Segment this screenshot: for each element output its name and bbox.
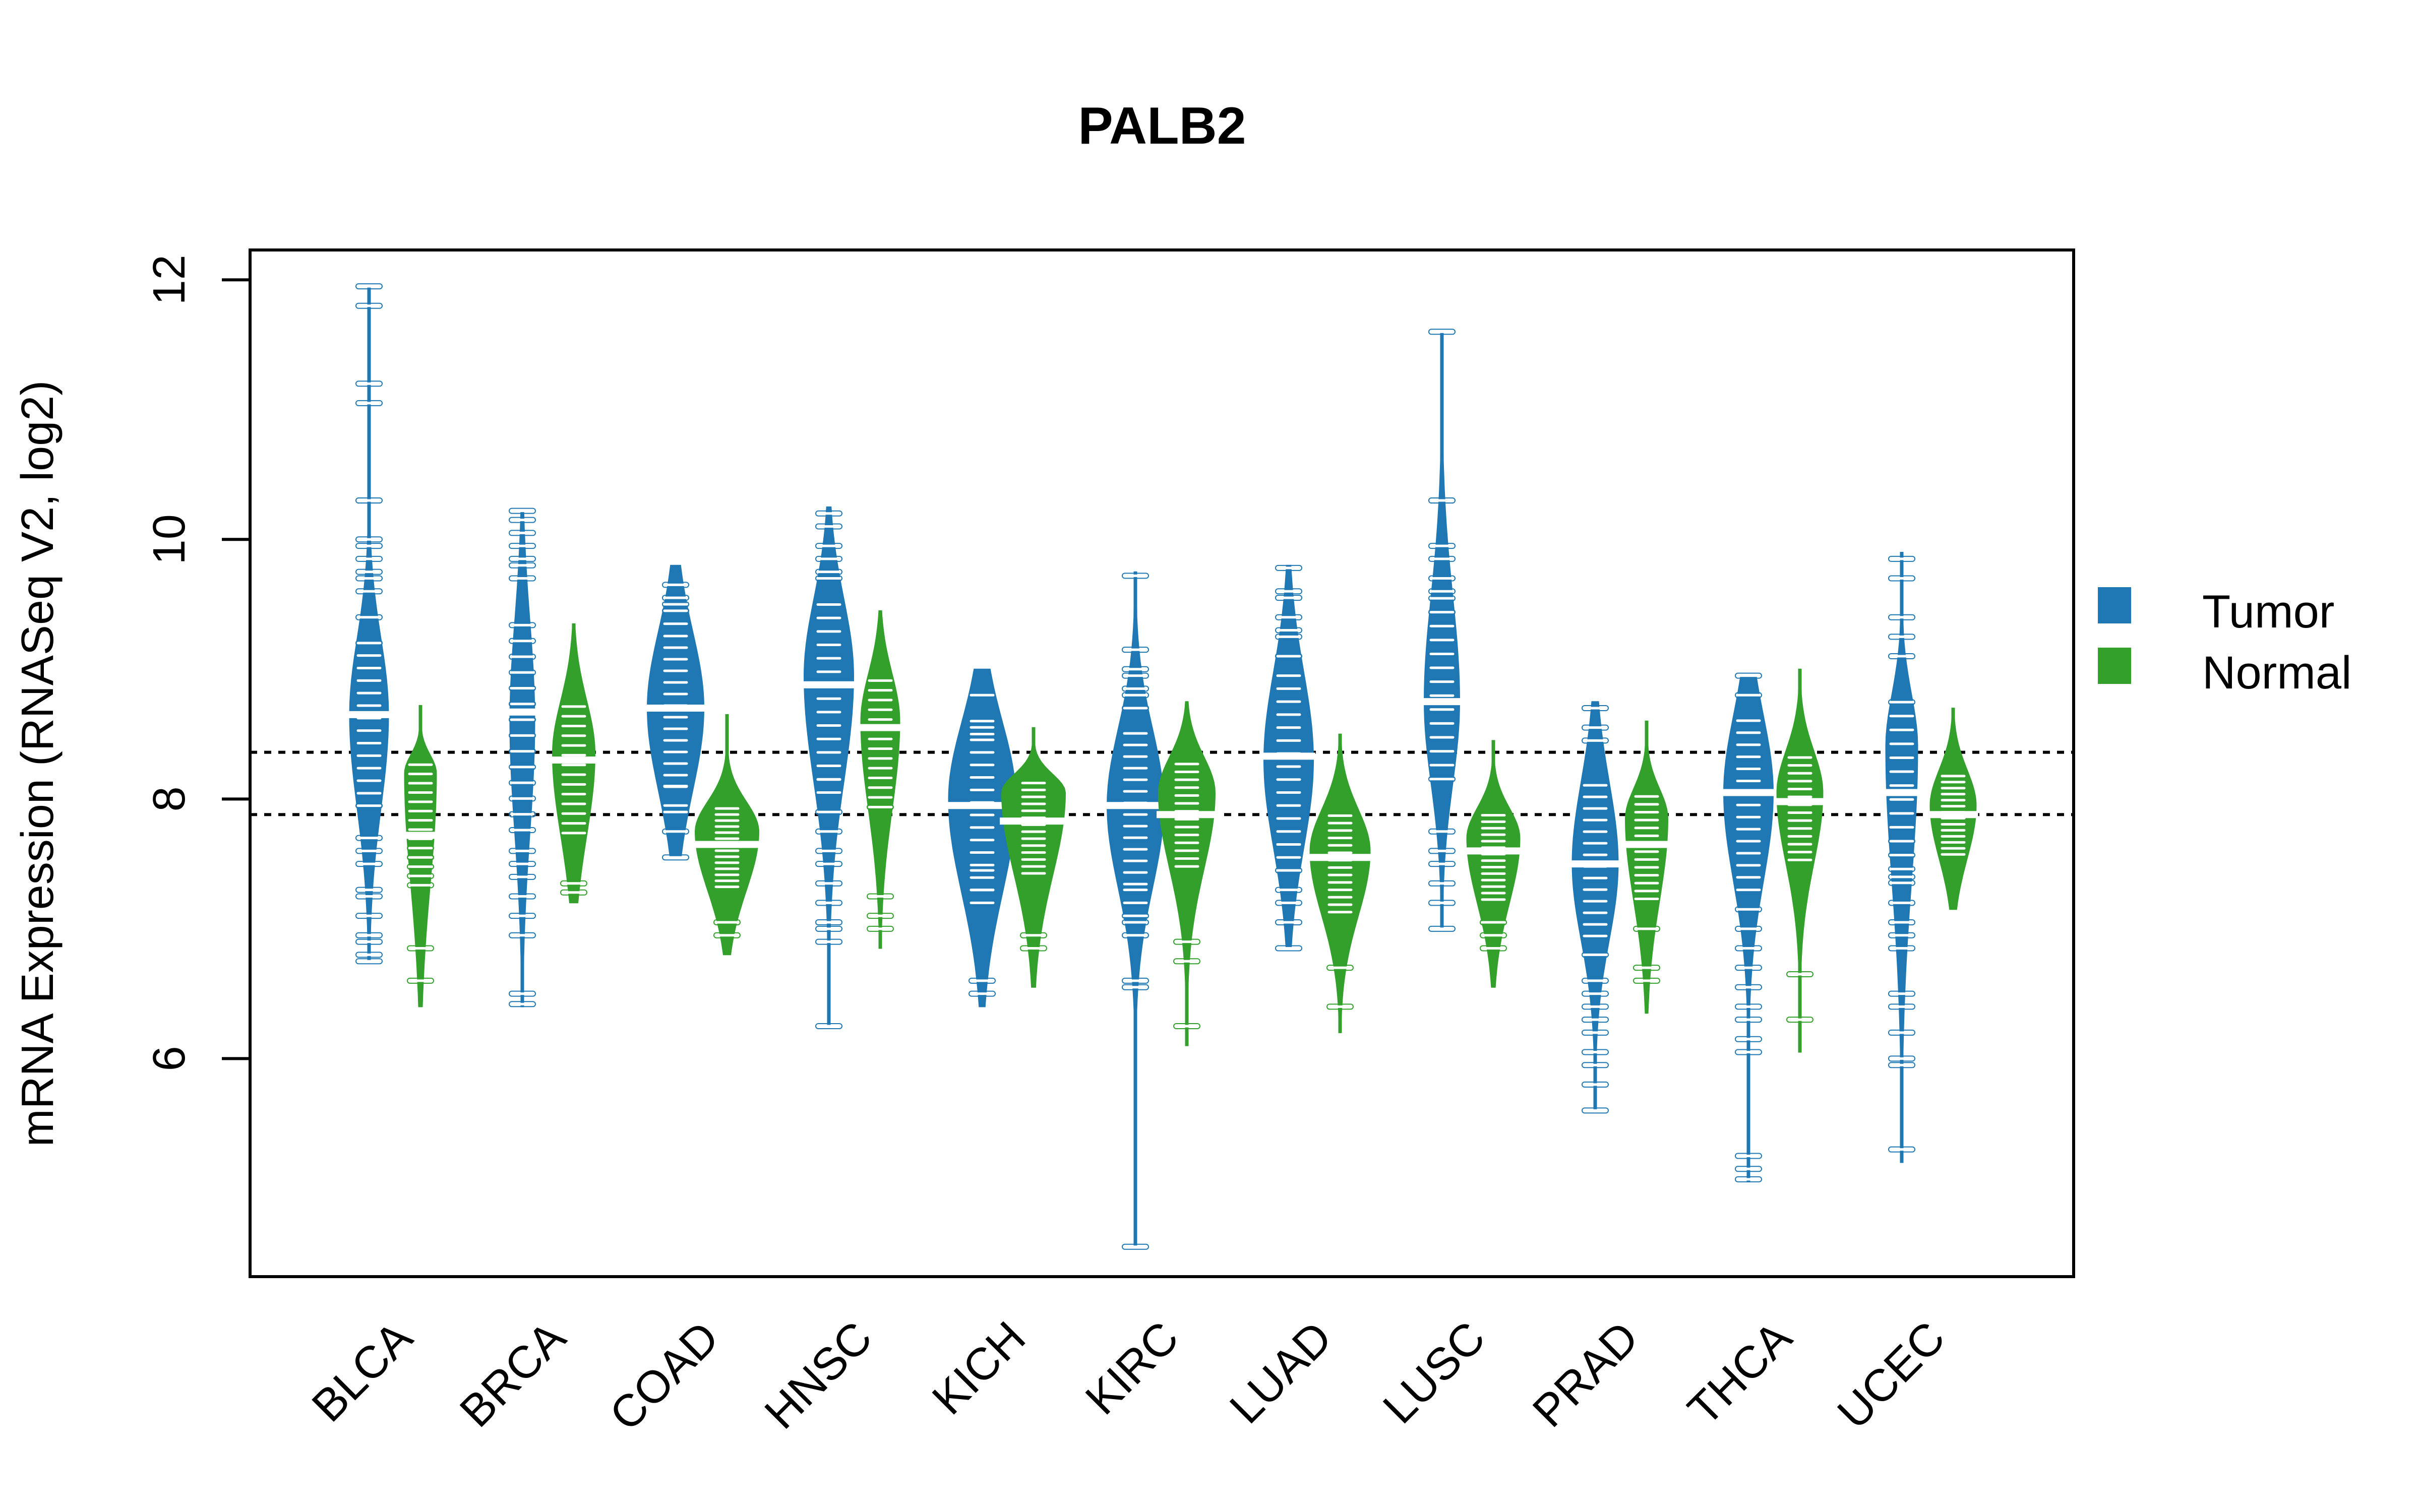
bean-normal-luad <box>1308 733 1372 1033</box>
bean-shape <box>860 610 900 949</box>
bean-tumor-coad <box>645 564 706 861</box>
x-tick-label: HNSC <box>755 1312 882 1438</box>
x-tick-label: BLCA <box>302 1312 422 1431</box>
beans <box>347 283 1978 1250</box>
x-tick-label: UCEC <box>1828 1312 1955 1438</box>
legend-label-tumor: Tumor <box>2202 586 2334 638</box>
bean-tumor-hnsc <box>802 506 856 1029</box>
y-tick-label: 12 <box>144 255 195 305</box>
x-tick-label: PRAD <box>1524 1312 1649 1437</box>
legend: Tumor Normal <box>2098 586 2351 699</box>
bean-shape <box>1158 701 1216 1046</box>
bean-normal-kirc <box>1157 701 1217 1046</box>
bean-normal-hnsc <box>859 610 902 949</box>
y-tick-label: 10 <box>144 514 195 564</box>
x-tick-label: KIRC <box>1076 1312 1188 1424</box>
legend-swatch-tumor <box>2098 587 2131 623</box>
x-tick-label: KICH <box>923 1312 1035 1424</box>
y-axis-label: mRNA Expression (RNASeq V2, log2) <box>13 381 63 1147</box>
bean-normal-brca <box>551 623 597 904</box>
bean-shape <box>349 286 389 962</box>
bean-tumor-kirc <box>1105 571 1166 1250</box>
x-axis: BLCA BRCA COAD HNSC KICH KIRC LUAD LUSC PRAD THCA… <box>302 1312 1955 1440</box>
bean-normal-coad <box>693 714 761 956</box>
bean-normal-ucec <box>1928 708 1978 910</box>
bean-tumor-thca <box>1722 672 1775 1182</box>
bean-tumor-blca <box>347 283 391 965</box>
bean-normal-thca <box>1775 668 1825 1053</box>
bean-tumor-brca <box>508 508 537 1007</box>
x-tick-label: LUSC <box>1374 1312 1495 1433</box>
bean-tumor-lusc <box>1422 329 1462 932</box>
legend-label-normal: Normal <box>2202 647 2351 699</box>
y-tick-label: 6 <box>144 1046 195 1071</box>
legend-swatch-normal <box>2098 648 2131 684</box>
y-tick-label: 8 <box>144 786 195 811</box>
bean-normal-blca <box>402 705 439 1007</box>
x-tick-label: THCA <box>1678 1312 1801 1435</box>
y-axis: 6 8 10 12 <box>144 255 250 1071</box>
chart-title: PALB2 <box>1078 97 1246 155</box>
x-tick-label: BRCA <box>451 1312 576 1437</box>
beanplot-chart: PALB2 mRNA Expression (RNASeq V2, log2) … <box>13 97 2351 1440</box>
bean-tumor-luad <box>1262 564 1315 952</box>
bean-normal-prad <box>1623 720 1670 1014</box>
bean-tumor-ucec <box>1884 552 1920 1163</box>
bean-shape <box>1423 331 1461 929</box>
bean-shape <box>404 705 437 1007</box>
bean-tumor-prad <box>1570 701 1620 1114</box>
bean-normal-lusc <box>1465 740 1522 988</box>
x-tick-label: LUAD <box>1221 1312 1342 1433</box>
bean-shape <box>1466 740 1521 988</box>
x-tick-label: COAD <box>600 1312 729 1440</box>
